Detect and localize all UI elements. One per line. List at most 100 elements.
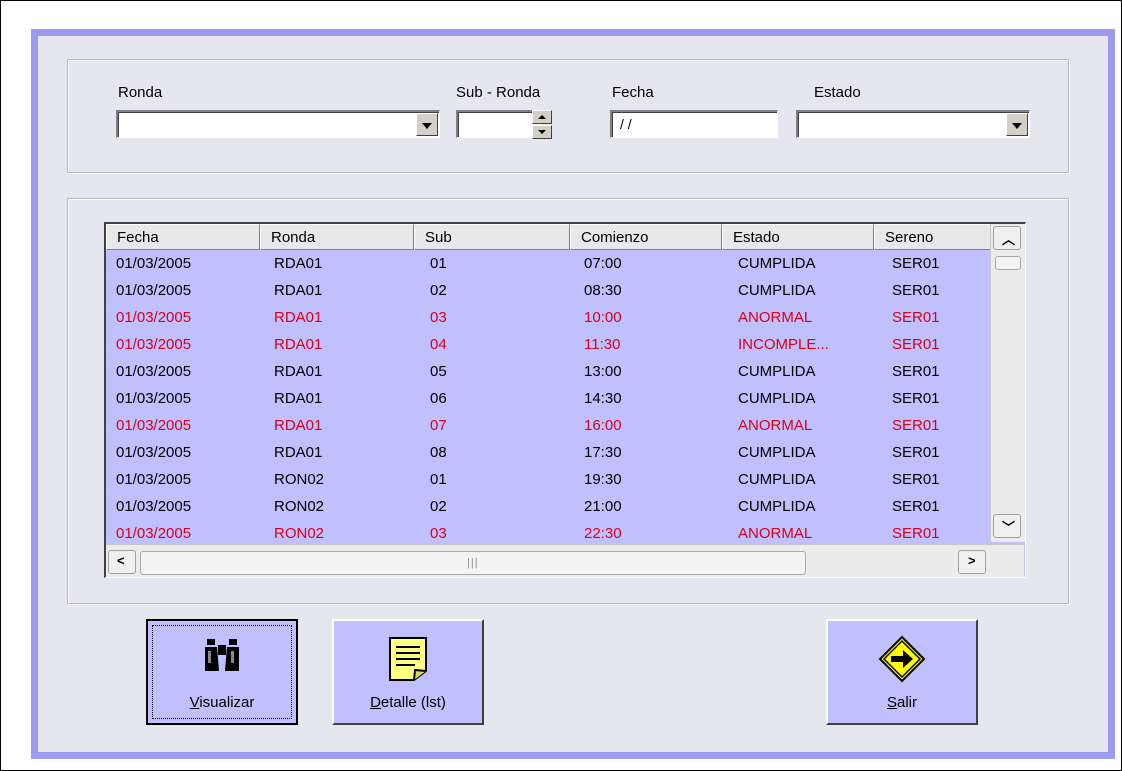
estado-combo[interactable]: [796, 110, 1030, 138]
table-row[interactable]: 01/03/2005 RDA01 08 17:30 CUMPLIDA SER01: [106, 439, 990, 466]
cell-comienzo: 10:00: [584, 309, 622, 326]
table-row[interactable]: 01/03/2005 RDA01 01 07:00 CUMPLIDA SER01: [106, 250, 990, 277]
cell-estado: CUMPLIDA: [738, 390, 816, 407]
cell-sereno: SER01: [892, 363, 940, 380]
cell-comienzo: 21:00: [584, 498, 622, 515]
table-row[interactable]: 01/03/2005 RON02 03 22:30 ANORMAL SER01: [106, 520, 990, 542]
table-row[interactable]: 01/03/2005 RDA01 06 14:30 CUMPLIDA SER01: [106, 385, 990, 412]
fecha-input[interactable]: / /: [610, 110, 778, 138]
cell-fecha: 01/03/2005: [116, 444, 192, 461]
fecha-label: Fecha: [612, 84, 654, 101]
spin-up-button[interactable]: [532, 110, 552, 124]
cell-sereno: SER01: [892, 309, 940, 326]
column-header-sub[interactable]: Sub: [414, 224, 570, 250]
ronda-label: Ronda: [118, 84, 163, 101]
cell-comienzo: 08:30: [584, 282, 622, 299]
subronda-label: Sub - Ronda: [456, 84, 541, 101]
list-rows: 01/03/2005 RDA01 01 07:00 CUMPLIDA SER01 01/03…: [106, 250, 990, 542]
scroll-left-button[interactable]: <: [108, 550, 136, 574]
salir-button[interactable]: Salir: [826, 619, 978, 725]
table-row[interactable]: 01/03/2005 RDA01 07 16:00 ANORMAL SER01: [106, 412, 990, 439]
spin-down-button[interactable]: [532, 125, 552, 139]
table-row[interactable]: 01/03/2005 RDA01 02 08:30 CUMPLIDA SER01: [106, 277, 990, 304]
cell-estado: CUMPLIDA: [738, 255, 816, 272]
detalle-label: Detalle (lst): [370, 694, 446, 711]
cell-sub: 07: [430, 417, 447, 434]
cell-estado: CUMPLIDA: [738, 444, 816, 461]
cell-estado: ANORMAL: [738, 417, 813, 434]
cell-sereno: SER01: [892, 336, 940, 353]
scroll-right-button[interactable]: >: [958, 550, 986, 574]
estado-label: Estado: [814, 84, 861, 101]
cell-comienzo: 14:30: [584, 390, 622, 407]
cell-fecha: 01/03/2005: [116, 255, 192, 272]
chevron-left-icon: <: [117, 553, 125, 568]
cell-sereno: SER01: [892, 471, 940, 488]
table-row[interactable]: 01/03/2005 RDA01 04 11:30 INCOMPLE... SER01: [106, 331, 990, 358]
detalle-button[interactable]: Detalle (lst): [332, 619, 484, 725]
salir-label: Salir: [886, 694, 918, 711]
cell-estado: CUMPLIDA: [738, 363, 816, 380]
cell-estado: ANORMAL: [738, 525, 813, 542]
cell-ronda: RON02: [274, 498, 325, 515]
table-row[interactable]: 01/03/2005 RON02 02 21:00 CUMPLIDA SER01: [106, 493, 990, 520]
visualizar-button[interactable]: Visualizar: [146, 619, 298, 725]
horizontal-scrollbar[interactable]: < ||| >: [106, 544, 1024, 577]
column-header-ronda[interactable]: Ronda: [260, 224, 414, 250]
table-row[interactable]: 01/03/2005 RON02 01 19:30 CUMPLIDA SER01: [106, 466, 990, 493]
visualizar-label: Visualizar: [189, 694, 255, 711]
table-row[interactable]: 01/03/2005 RDA01 05 13:00 CUMPLIDA SER01: [106, 358, 990, 385]
cell-sereno: SER01: [892, 498, 940, 515]
cell-sub: 08: [430, 444, 447, 461]
vertical-scrollbar[interactable]: ︿ ﹀: [990, 224, 1025, 542]
cell-ronda: RDA01: [274, 255, 323, 272]
cell-estado: ANORMAL: [738, 309, 813, 326]
cell-sub: 01: [430, 255, 447, 272]
cell-ronda: RDA01: [274, 282, 323, 299]
cell-fecha: 01/03/2005: [116, 390, 192, 407]
ronda-dropdown-button[interactable]: [416, 113, 438, 136]
cell-comienzo: 22:30: [584, 525, 622, 542]
cell-sereno: SER01: [892, 282, 940, 299]
cell-fecha: 01/03/2005: [116, 309, 192, 326]
scroll-up-button[interactable]: ︿: [993, 226, 1021, 250]
note-icon: [387, 635, 429, 686]
cell-comienzo: 17:30: [584, 444, 622, 461]
estado-dropdown-button[interactable]: [1006, 113, 1028, 136]
cell-sub: 02: [430, 282, 447, 299]
horizontal-scroll-thumb[interactable]: |||: [140, 551, 806, 575]
cell-sereno: SER01: [892, 390, 940, 407]
subronda-input[interactable]: [456, 110, 542, 138]
cell-sub: 06: [430, 390, 447, 407]
cell-sub: 02: [430, 498, 447, 515]
subronda-spinner[interactable]: [532, 110, 552, 140]
column-header-estado[interactable]: Estado: [722, 224, 874, 250]
cell-comienzo: 19:30: [584, 471, 622, 488]
cell-sub: 03: [430, 309, 447, 326]
table-row[interactable]: 01/03/2005 RDA01 03 10:00 ANORMAL SER01: [106, 304, 990, 331]
cell-sub: 04: [430, 336, 447, 353]
cell-estado: CUMPLIDA: [738, 282, 816, 299]
list-header: Fecha Ronda Sub Comienzo Estado Sereno: [106, 224, 1006, 250]
cell-fecha: 01/03/2005: [116, 363, 192, 380]
cell-sub: 05: [430, 363, 447, 380]
column-header-comienzo[interactable]: Comienzo: [570, 224, 722, 250]
cell-sereno: SER01: [892, 417, 940, 434]
cell-fecha: 01/03/2005: [116, 498, 192, 515]
cell-ronda: RDA01: [274, 390, 323, 407]
cell-estado: INCOMPLE...: [738, 336, 829, 353]
column-header-sereno[interactable]: Sereno: [874, 224, 994, 250]
rounds-list[interactable]: Fecha Ronda Sub Comienzo Estado Sereno 0…: [104, 222, 1026, 578]
cell-sub: 01: [430, 471, 447, 488]
vertical-scroll-thumb[interactable]: [995, 256, 1021, 270]
exit-sign-icon: [878, 635, 926, 686]
cell-estado: CUMPLIDA: [738, 471, 816, 488]
scroll-down-button[interactable]: ﹀: [993, 514, 1021, 538]
chevron-right-icon: >: [968, 553, 976, 568]
fecha-value: / /: [620, 116, 632, 132]
cell-ronda: RON02: [274, 525, 325, 542]
cell-ronda: RDA01: [274, 309, 323, 326]
cell-comienzo: 16:00: [584, 417, 622, 434]
ronda-combo[interactable]: [116, 110, 440, 138]
column-header-fecha[interactable]: Fecha: [106, 224, 260, 250]
